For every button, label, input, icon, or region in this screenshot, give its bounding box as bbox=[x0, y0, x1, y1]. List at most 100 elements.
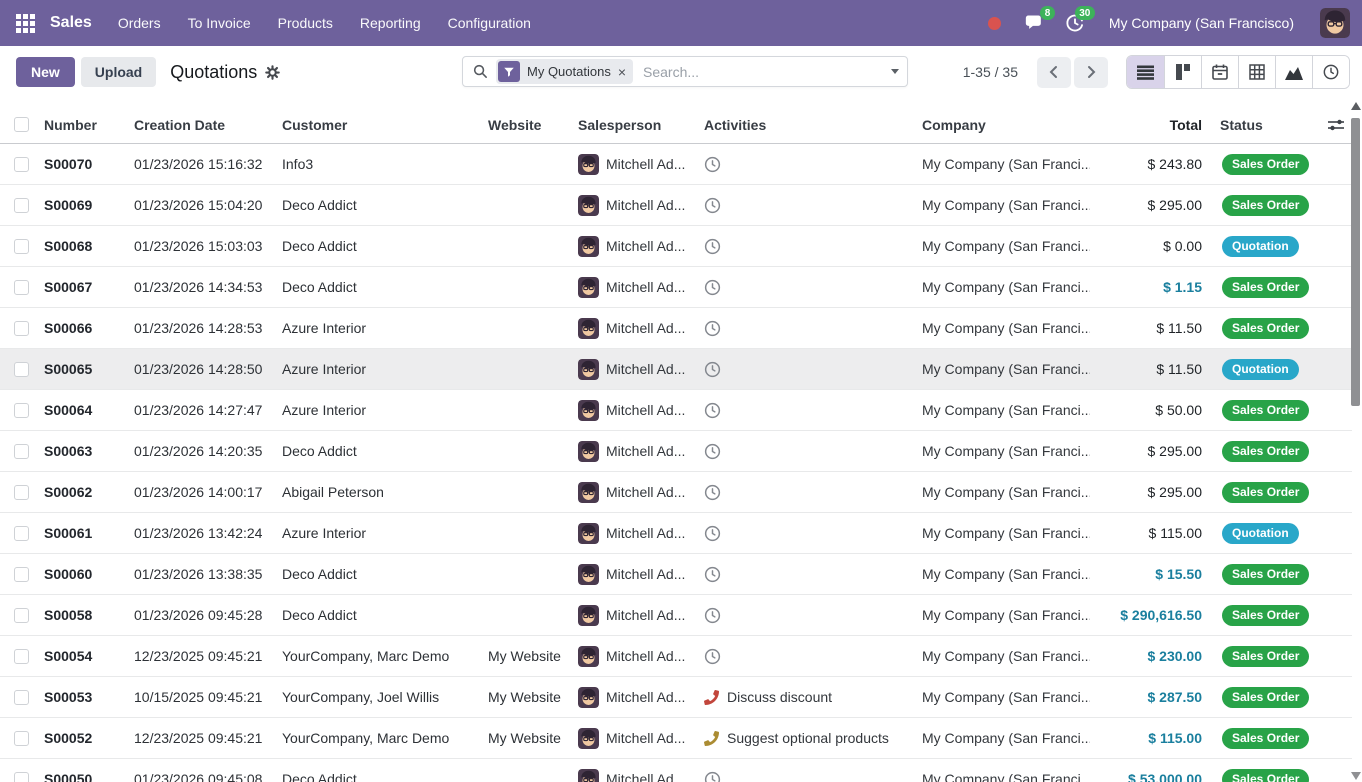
row-checkbox[interactable] bbox=[14, 157, 29, 172]
scroll-up-arrow-icon[interactable] bbox=[1351, 102, 1361, 110]
row-checkbox[interactable] bbox=[14, 608, 29, 623]
row-checkbox[interactable] bbox=[14, 526, 29, 541]
table-row[interactable]: S00066 01/23/2026 14:28:53 Azure Interio… bbox=[0, 308, 1352, 349]
table-row[interactable]: S00065 01/23/2026 14:28:50 Azure Interio… bbox=[0, 349, 1352, 390]
row-checkbox[interactable] bbox=[14, 444, 29, 459]
schedule-activity-clock-icon[interactable] bbox=[704, 238, 721, 255]
table-row[interactable]: S00052 12/23/2025 09:45:21 YourCompany, … bbox=[0, 718, 1352, 759]
activities-cell[interactable] bbox=[696, 484, 914, 501]
menu-orders[interactable]: Orders bbox=[118, 15, 161, 31]
menu-products[interactable]: Products bbox=[278, 15, 333, 31]
optional-columns-icon[interactable] bbox=[1312, 118, 1352, 132]
col-website[interactable]: Website bbox=[480, 117, 570, 133]
row-checkbox[interactable] bbox=[14, 239, 29, 254]
menu-configuration[interactable]: Configuration bbox=[448, 15, 531, 31]
activities-cell[interactable] bbox=[696, 648, 914, 665]
schedule-activity-clock-icon[interactable] bbox=[704, 443, 721, 460]
row-checkbox[interactable] bbox=[14, 280, 29, 295]
search-dropdown-caret-icon[interactable] bbox=[891, 69, 899, 74]
activities-cell[interactable] bbox=[696, 197, 914, 214]
table-row[interactable]: S00070 01/23/2026 15:16:32 Info3 Mitchel… bbox=[0, 144, 1352, 185]
facet-close-icon[interactable]: × bbox=[618, 65, 626, 79]
row-checkbox[interactable] bbox=[14, 772, 29, 782]
app-name[interactable]: Sales bbox=[50, 14, 92, 32]
activities-cell[interactable] bbox=[696, 443, 914, 460]
row-checkbox[interactable] bbox=[14, 362, 29, 377]
schedule-activity-clock-icon[interactable] bbox=[704, 607, 721, 624]
activities-cell[interactable]: Suggest optional products bbox=[696, 730, 914, 746]
pager-previous-button[interactable] bbox=[1037, 57, 1071, 88]
activities-icon[interactable]: 30 bbox=[1063, 11, 1087, 35]
row-checkbox[interactable] bbox=[14, 403, 29, 418]
row-checkbox[interactable] bbox=[14, 485, 29, 500]
schedule-activity-clock-icon[interactable] bbox=[704, 771, 721, 782]
search-bar[interactable]: My Quotations × Search... bbox=[462, 56, 908, 87]
activities-cell[interactable] bbox=[696, 566, 914, 583]
activities-cell[interactable] bbox=[696, 279, 914, 296]
table-row[interactable]: S00061 01/23/2026 13:42:24 Azure Interio… bbox=[0, 513, 1352, 554]
table-row[interactable]: S00060 01/23/2026 13:38:35 Deco Addict M… bbox=[0, 554, 1352, 595]
col-creation-date[interactable]: Creation Date bbox=[126, 117, 274, 133]
table-row[interactable]: S00058 01/23/2026 09:45:28 Deco Addict M… bbox=[0, 595, 1352, 636]
schedule-activity-clock-icon[interactable] bbox=[704, 320, 721, 337]
menu-reporting[interactable]: Reporting bbox=[360, 15, 421, 31]
activities-cell[interactable] bbox=[696, 402, 914, 419]
col-activities[interactable]: Activities bbox=[696, 117, 914, 133]
select-all-checkbox[interactable] bbox=[14, 117, 29, 132]
new-button[interactable]: New bbox=[16, 57, 75, 87]
table-row[interactable]: S00063 01/23/2026 14:20:35 Deco Addict M… bbox=[0, 431, 1352, 472]
table-row[interactable]: S00064 01/23/2026 14:27:47 Azure Interio… bbox=[0, 390, 1352, 431]
table-row[interactable]: S00067 01/23/2026 14:34:53 Deco Addict M… bbox=[0, 267, 1352, 308]
phone-activity-icon[interactable] bbox=[704, 731, 719, 746]
activities-cell[interactable] bbox=[696, 607, 914, 624]
row-checkbox[interactable] bbox=[14, 649, 29, 664]
activities-cell[interactable] bbox=[696, 320, 914, 337]
vertical-scrollbar[interactable] bbox=[1350, 100, 1361, 782]
activities-cell[interactable]: Discuss discount bbox=[696, 689, 914, 705]
schedule-activity-clock-icon[interactable] bbox=[704, 484, 721, 501]
list-view-button[interactable] bbox=[1127, 56, 1164, 88]
table-row[interactable]: S00062 01/23/2026 14:00:17 Abigail Peter… bbox=[0, 472, 1352, 513]
activities-cell[interactable] bbox=[696, 361, 914, 378]
active-company[interactable]: My Company (San Francisco) bbox=[1109, 15, 1294, 31]
scrollbar-thumb[interactable] bbox=[1351, 118, 1360, 406]
activity-view-button[interactable] bbox=[1312, 56, 1349, 88]
activities-cell[interactable] bbox=[696, 238, 914, 255]
col-salesperson[interactable]: Salesperson bbox=[570, 117, 696, 133]
kanban-view-button[interactable] bbox=[1164, 56, 1201, 88]
row-checkbox[interactable] bbox=[14, 690, 29, 705]
row-checkbox[interactable] bbox=[14, 321, 29, 336]
pager-next-button[interactable] bbox=[1074, 57, 1108, 88]
col-status[interactable]: Status bbox=[1212, 117, 1312, 133]
schedule-activity-clock-icon[interactable] bbox=[704, 197, 721, 214]
schedule-activity-clock-icon[interactable] bbox=[704, 279, 721, 296]
menu-to-invoice[interactable]: To Invoice bbox=[188, 15, 251, 31]
schedule-activity-clock-icon[interactable] bbox=[704, 156, 721, 173]
view-actions-gear-icon[interactable] bbox=[265, 65, 280, 80]
calendar-view-button[interactable] bbox=[1201, 56, 1238, 88]
pivot-view-button[interactable] bbox=[1238, 56, 1275, 88]
row-checkbox[interactable] bbox=[14, 567, 29, 582]
row-checkbox[interactable] bbox=[14, 198, 29, 213]
col-company[interactable]: Company bbox=[914, 117, 1090, 133]
col-number[interactable]: Number bbox=[36, 117, 126, 133]
schedule-activity-clock-icon[interactable] bbox=[704, 566, 721, 583]
search-input[interactable]: Search... bbox=[643, 64, 891, 80]
upload-button[interactable]: Upload bbox=[81, 57, 156, 87]
schedule-activity-clock-icon[interactable] bbox=[704, 525, 721, 542]
table-row[interactable]: S00050 01/23/2026 09:45:08 Deco Addict M… bbox=[0, 759, 1352, 782]
phone-activity-icon[interactable] bbox=[704, 690, 719, 705]
graph-view-button[interactable] bbox=[1275, 56, 1312, 88]
messages-icon[interactable]: 8 bbox=[1023, 11, 1047, 35]
activities-cell[interactable] bbox=[696, 525, 914, 542]
user-avatar[interactable] bbox=[1320, 8, 1350, 38]
schedule-activity-clock-icon[interactable] bbox=[704, 648, 721, 665]
scroll-down-arrow-icon[interactable] bbox=[1351, 772, 1361, 780]
table-row[interactable]: S00054 12/23/2025 09:45:21 YourCompany, … bbox=[0, 636, 1352, 677]
col-customer[interactable]: Customer bbox=[274, 117, 480, 133]
table-row[interactable]: S00053 10/15/2025 09:45:21 YourCompany, … bbox=[0, 677, 1352, 718]
table-row[interactable]: S00068 01/23/2026 15:03:03 Deco Addict M… bbox=[0, 226, 1352, 267]
row-checkbox[interactable] bbox=[14, 731, 29, 746]
activities-cell[interactable] bbox=[696, 771, 914, 782]
apps-grid-icon[interactable] bbox=[14, 12, 36, 34]
